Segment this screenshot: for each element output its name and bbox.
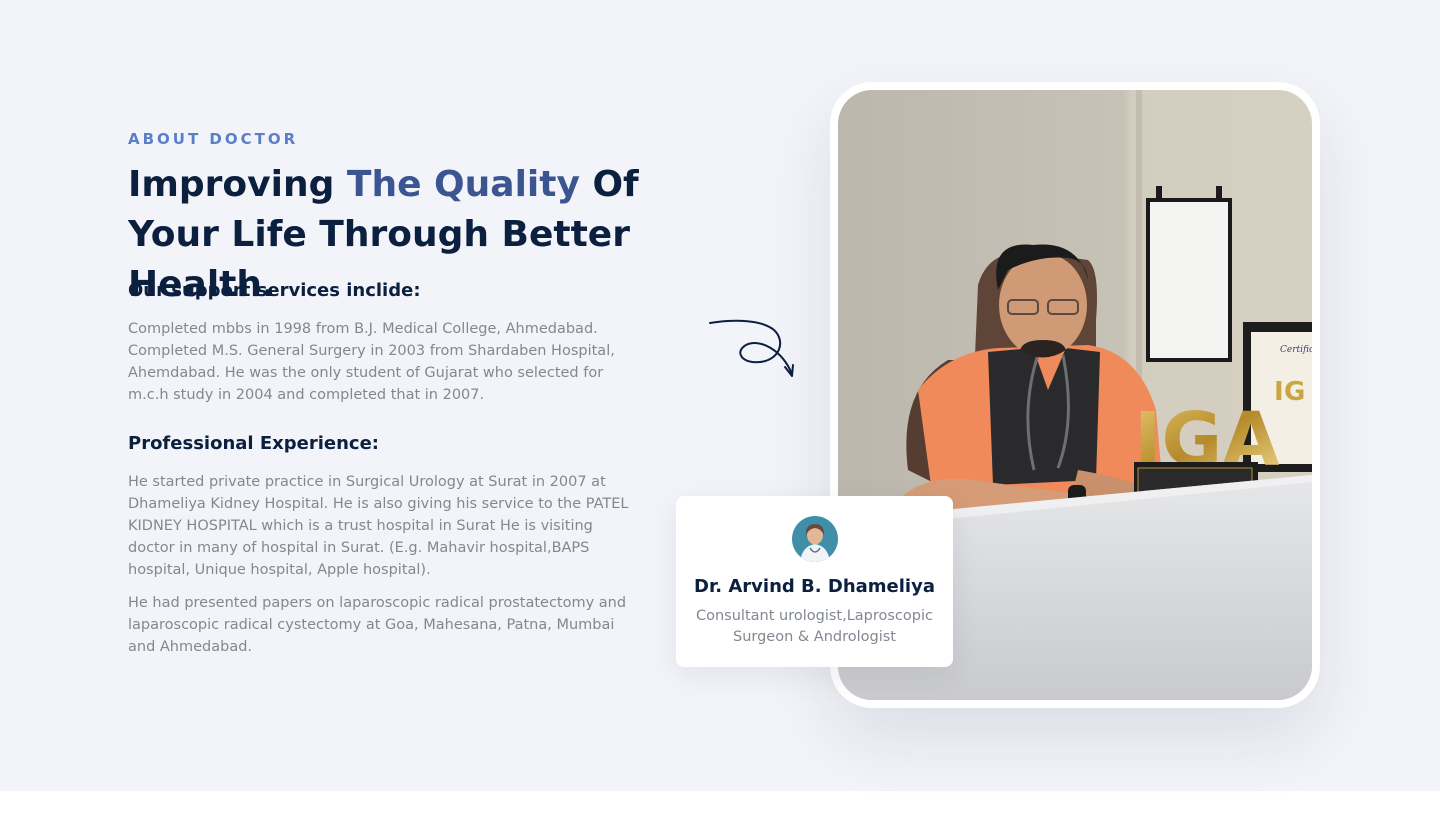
services-text: Completed mbbs in 1998 from B.J. Medical… [128,321,615,403]
headline-part1: Improving [128,164,347,205]
papers-text: He had presented papers on laparoscopic … [128,595,627,655]
certificate-title: Certificate [1280,345,1312,355]
services-heading: Our support services inclide: [128,280,421,301]
doctor-name: Dr. Arvind B. Dhameliya [694,576,935,597]
section-eyebrow: ABOUT DOCTOR [128,130,299,148]
about-doctor-section: ABOUT DOCTOR Improving The Quality Of Yo… [0,0,1440,791]
experience-heading: Professional Experience: [128,433,379,454]
doctor-profile-card: Dr. Arvind B. Dhameliya Consultant urolo… [676,496,953,667]
experience-text: He started private practice in Surgical … [128,474,629,578]
headline-accent: The Quality [346,164,580,205]
svg-text:G: G [1284,377,1305,407]
doctor-role: Consultant urologist,Laproscopic Surgeon… [696,608,933,645]
avatar [792,516,838,562]
curved-arrow-icon [709,319,794,377]
doctor-avatar-image [792,516,838,562]
